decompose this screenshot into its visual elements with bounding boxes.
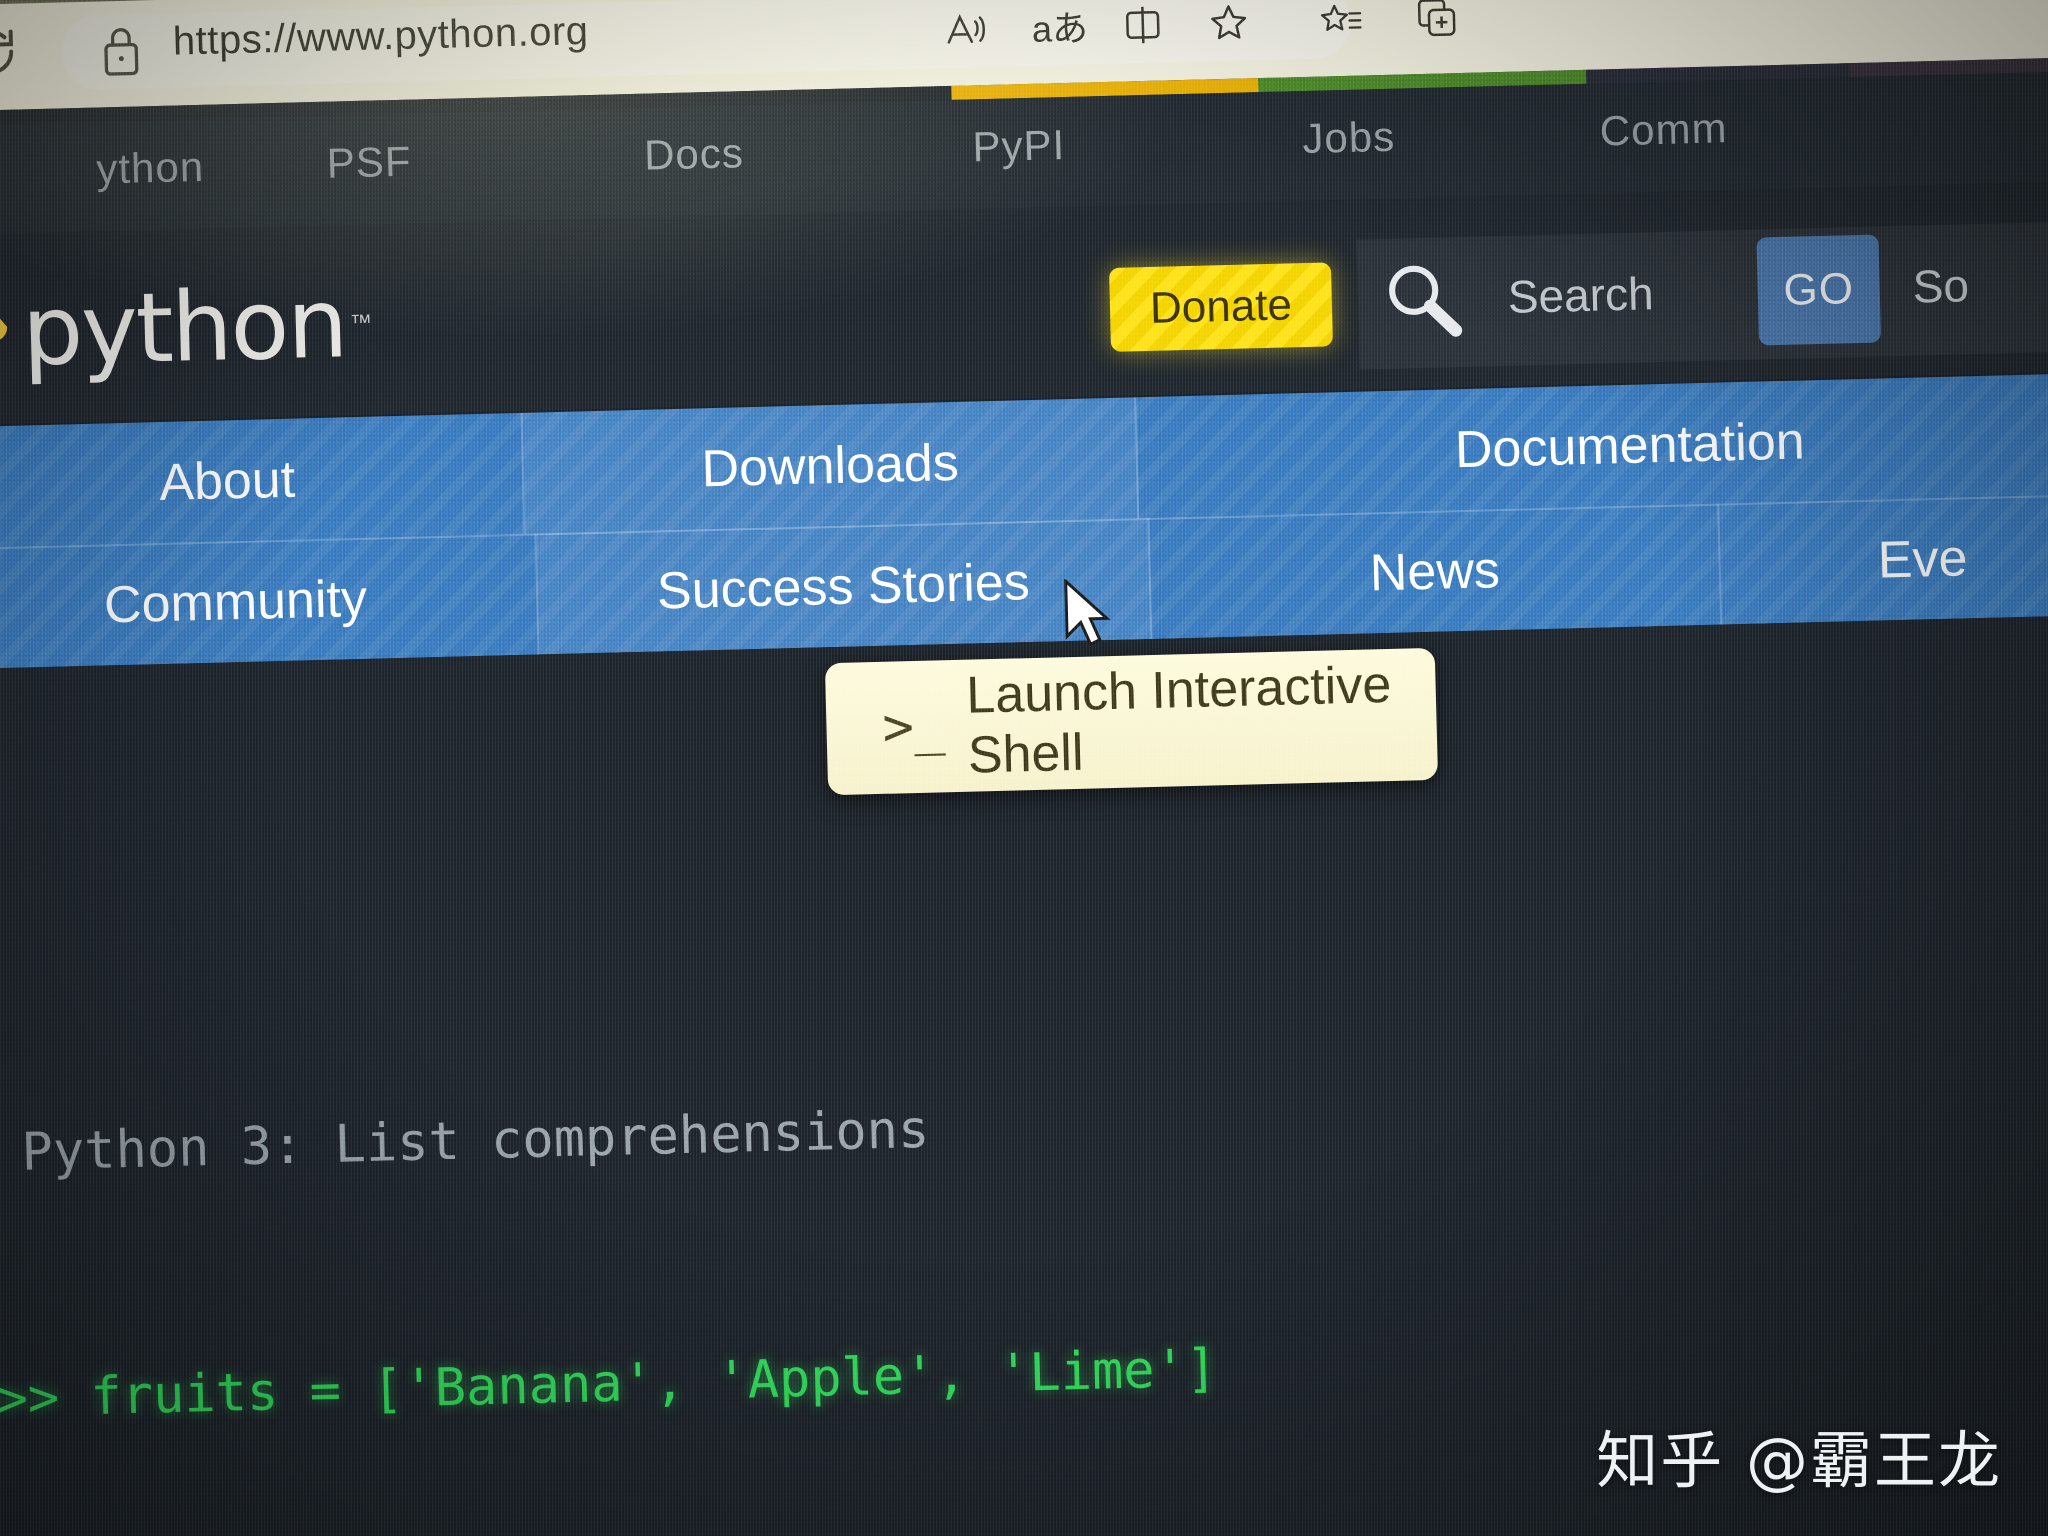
donate-button[interactable]: Donate — [1108, 262, 1334, 352]
shell-button-label: Launch Interactive Shell — [965, 655, 1392, 785]
collections-icon[interactable] — [1400, 0, 1471, 46]
nav-item-downloads[interactable]: Downloads — [522, 397, 1140, 536]
launch-interactive-shell-button[interactable]: >_ Launch Interactive Shell — [824, 647, 1439, 796]
go-button[interactable]: GO — [1756, 234, 1882, 346]
nav-pypi[interactable]: PyPI — [853, 118, 1184, 174]
python-website: ython PSF Docs PyPI Jobs Comm python ™ D… — [0, 56, 2048, 1536]
shell-prompt-icon: >_ — [881, 696, 946, 758]
translate-icon[interactable]: aあ — [1020, 0, 1099, 56]
python-logo[interactable]: python ™ — [0, 263, 373, 394]
page-body: >_ Launch Interactive Shell # Python 3: … — [0, 614, 2048, 1536]
mouse-cursor — [1061, 577, 1115, 656]
nav-item-about[interactable]: About — [0, 412, 526, 551]
favorite-star-icon[interactable] — [1196, 0, 1261, 52]
nav-community[interactable]: Comm — [1513, 102, 1814, 158]
read-aloud-icon[interactable] — [928, 0, 999, 58]
watermark: 知乎 @霸王龙 — [1596, 1424, 2002, 1497]
nav-docs[interactable]: Docs — [533, 126, 854, 182]
nav-psf[interactable]: PSF — [204, 134, 535, 190]
split-screen-icon[interactable] — [1110, 0, 1175, 54]
python-wordmark: python — [20, 267, 348, 388]
code-comment: # Python 3: List comprehensions — [0, 1099, 930, 1185]
screen-content: https://www.python.org aあ ython PSF Docs… — [0, 0, 2048, 1536]
lock-icon — [98, 22, 143, 79]
nav-item-community[interactable]: Community — [0, 533, 540, 670]
search-input[interactable]: Search — [1507, 266, 1654, 324]
photo-of-screen: https://www.python.org aあ ython PSF Docs… — [0, 0, 2048, 1536]
python-logo-mark — [0, 286, 13, 380]
nav-item-news[interactable]: News — [1149, 503, 1723, 639]
search-icon[interactable] — [1379, 255, 1467, 343]
favorites-list-icon[interactable] — [1305, 0, 1376, 49]
nav-jobs[interactable]: Jobs — [1183, 110, 1514, 166]
nav-python[interactable]: ython — [0, 143, 205, 199]
nav-item-events[interactable]: Eve — [1719, 493, 2048, 624]
reload-icon[interactable] — [0, 21, 22, 82]
socialize-label[interactable]: So — [1912, 258, 1970, 313]
trademark-symbol: ™ — [349, 309, 373, 336]
